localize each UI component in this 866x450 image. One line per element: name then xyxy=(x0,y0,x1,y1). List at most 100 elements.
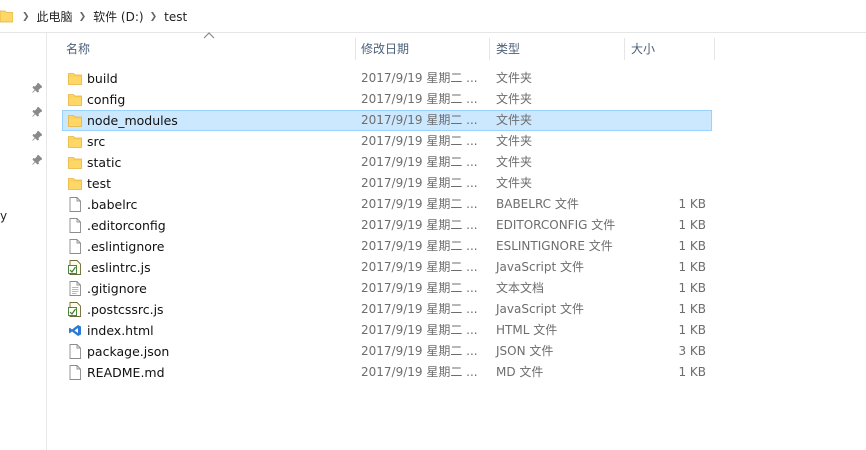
file-row[interactable]: build 2017/9/19 星期二 ... 文件夹 xyxy=(62,68,712,89)
file-name: README.md xyxy=(87,365,165,380)
file-modified-date: 2017/9/19 星期二 ... xyxy=(361,302,478,316)
navigation-pane: y xyxy=(0,33,47,450)
file-row[interactable]: config 2017/9/19 星期二 ... 文件夹 xyxy=(62,89,712,110)
breadcrumb-item-this-pc[interactable]: 此电脑 xyxy=(37,8,73,25)
vscode-file-icon xyxy=(68,323,82,338)
file-name: .babelrc xyxy=(87,197,138,212)
file-name: node_modules xyxy=(87,113,178,128)
file-type: ESLINTIGNORE 文件 xyxy=(496,239,613,253)
file-name: config xyxy=(87,92,126,107)
file-name: .gitignore xyxy=(87,281,147,296)
file-type: 文本文档 xyxy=(496,281,545,295)
file-modified-date: 2017/9/19 星期二 ... xyxy=(361,197,478,211)
chevron-right-icon[interactable]: ❯ xyxy=(79,12,87,22)
file-modified-date: 2017/9/19 星期二 ... xyxy=(361,92,478,106)
file-type: EDITORCONFIG 文件 xyxy=(496,218,616,232)
file-size: 1 KB xyxy=(678,218,706,232)
column-header-type[interactable]: 类型 xyxy=(496,33,520,64)
file-modified-date: 2017/9/19 星期二 ... xyxy=(361,365,478,379)
folder-icon xyxy=(68,134,82,149)
folder-icon xyxy=(68,71,82,86)
breadcrumb-item-folder[interactable]: test xyxy=(164,10,187,24)
file-modified-date: 2017/9/19 星期二 ... xyxy=(361,134,478,148)
file-name: .eslintrc.js xyxy=(87,260,151,275)
file-name: index.html xyxy=(87,323,154,338)
column-divider[interactable] xyxy=(489,38,490,60)
file-type: MD 文件 xyxy=(496,365,544,379)
file-size: 1 KB xyxy=(678,260,706,274)
file-size: 1 KB xyxy=(678,281,706,295)
file-name: .eslintignore xyxy=(87,239,165,254)
column-header-name[interactable]: 名称 xyxy=(66,33,90,64)
folder-icon xyxy=(68,176,82,191)
file-row[interactable]: .eslintignore 2017/9/19 星期二 ... ESLINTIGNO… xyxy=(62,236,712,257)
file-icon xyxy=(68,218,82,233)
sort-ascending-icon xyxy=(203,32,215,39)
file-type: 文件夹 xyxy=(496,71,533,85)
file-type: JavaScript 文件 xyxy=(496,260,584,274)
folder-icon xyxy=(68,113,82,128)
file-modified-date: 2017/9/19 星期二 ... xyxy=(361,344,478,358)
file-size: 3 KB xyxy=(678,344,706,358)
file-row[interactable]: static 2017/9/19 星期二 ... 文件夹 xyxy=(62,152,712,173)
file-row[interactable]: .gitignore 2017/9/19 星期二 ... 文本文档 1 KB xyxy=(62,278,712,299)
file-size: 1 KB xyxy=(678,365,706,379)
column-divider[interactable] xyxy=(355,38,356,60)
file-size: 1 KB xyxy=(678,197,706,211)
file-size: 1 KB xyxy=(678,302,706,316)
file-type: 文件夹 xyxy=(496,176,533,190)
column-divider[interactable] xyxy=(714,38,715,60)
file-icon xyxy=(68,365,82,380)
column-header-date[interactable]: 修改日期 xyxy=(361,33,409,64)
file-row[interactable]: index.html 2017/9/19 星期二 ... HTML 文件 1 KB xyxy=(62,320,712,341)
file-row[interactable]: node_modules 2017/9/19 星期二 ... 文件夹 xyxy=(62,110,712,131)
column-divider[interactable] xyxy=(624,38,625,60)
file-name: static xyxy=(87,155,122,170)
script-file-icon xyxy=(68,302,82,317)
file-row[interactable]: test 2017/9/19 星期二 ... 文件夹 xyxy=(62,173,712,194)
address-bar[interactable]: ❯ 此电脑 ❯ 软件 (D:) ❯ test xyxy=(0,0,866,33)
file-type: BABELRC 文件 xyxy=(496,197,579,211)
script-file-icon xyxy=(68,260,82,275)
file-name: src xyxy=(87,134,106,149)
pin-icon[interactable] xyxy=(32,131,42,141)
chevron-right-icon[interactable]: ❯ xyxy=(150,12,158,22)
file-modified-date: 2017/9/19 星期二 ... xyxy=(361,281,478,295)
file-size: 1 KB xyxy=(678,323,706,337)
pin-icon[interactable] xyxy=(32,83,42,93)
file-name: .editorconfig xyxy=(87,218,166,233)
text-file-icon xyxy=(68,281,82,296)
pin-icon[interactable] xyxy=(32,107,42,117)
chevron-right-icon[interactable]: ❯ xyxy=(22,12,30,22)
file-modified-date: 2017/9/19 星期二 ... xyxy=(361,113,478,127)
file-row[interactable]: README.md 2017/9/19 星期二 ... MD 文件 1 KB xyxy=(62,362,712,383)
file-modified-date: 2017/9/19 星期二 ... xyxy=(361,176,478,190)
file-modified-date: 2017/9/19 星期二 ... xyxy=(361,155,478,169)
file-type: 文件夹 xyxy=(496,113,533,127)
file-modified-date: 2017/9/19 星期二 ... xyxy=(361,71,478,85)
file-modified-date: 2017/9/19 星期二 ... xyxy=(361,218,478,232)
file-type: 文件夹 xyxy=(496,155,533,169)
breadcrumb: ❯ 此电脑 ❯ 软件 (D:) ❯ test xyxy=(16,0,187,33)
file-list: build 2017/9/19 星期二 ... 文件夹 config 2017/9/19… xyxy=(62,68,712,383)
file-type: JavaScript 文件 xyxy=(496,302,584,316)
file-row[interactable]: .postcssrc.js 2017/9/19 星期二 ... JavaScript… xyxy=(62,299,712,320)
file-row[interactable]: .editorconfig 2017/9/19 星期二 ... EDITORCONF… xyxy=(62,215,712,236)
folder-icon xyxy=(68,92,82,107)
file-row[interactable]: src 2017/9/19 星期二 ... 文件夹 xyxy=(62,131,712,152)
column-header-size[interactable]: 大小 xyxy=(631,33,655,64)
nav-item-truncated[interactable]: y xyxy=(0,209,7,223)
file-row[interactable]: .babelrc 2017/9/19 星期二 ... BABELRC 文件 1 KB xyxy=(62,194,712,215)
file-modified-date: 2017/9/19 星期二 ... xyxy=(361,323,478,337)
file-icon xyxy=(68,197,82,212)
breadcrumb-item-drive[interactable]: 软件 (D:) xyxy=(93,8,143,25)
file-row[interactable]: .eslintrc.js 2017/9/19 星期二 ... JavaScript … xyxy=(62,257,712,278)
file-type: JSON 文件 xyxy=(496,344,554,358)
file-name: .postcssrc.js xyxy=(87,302,164,317)
file-type: HTML 文件 xyxy=(496,323,558,337)
folder-icon xyxy=(68,155,82,170)
pin-icon[interactable] xyxy=(32,155,42,165)
file-modified-date: 2017/9/19 星期二 ... xyxy=(361,260,478,274)
file-size: 1 KB xyxy=(678,239,706,253)
file-row[interactable]: package.json 2017/9/19 星期二 ... JSON 文件 3 KB xyxy=(62,341,712,362)
